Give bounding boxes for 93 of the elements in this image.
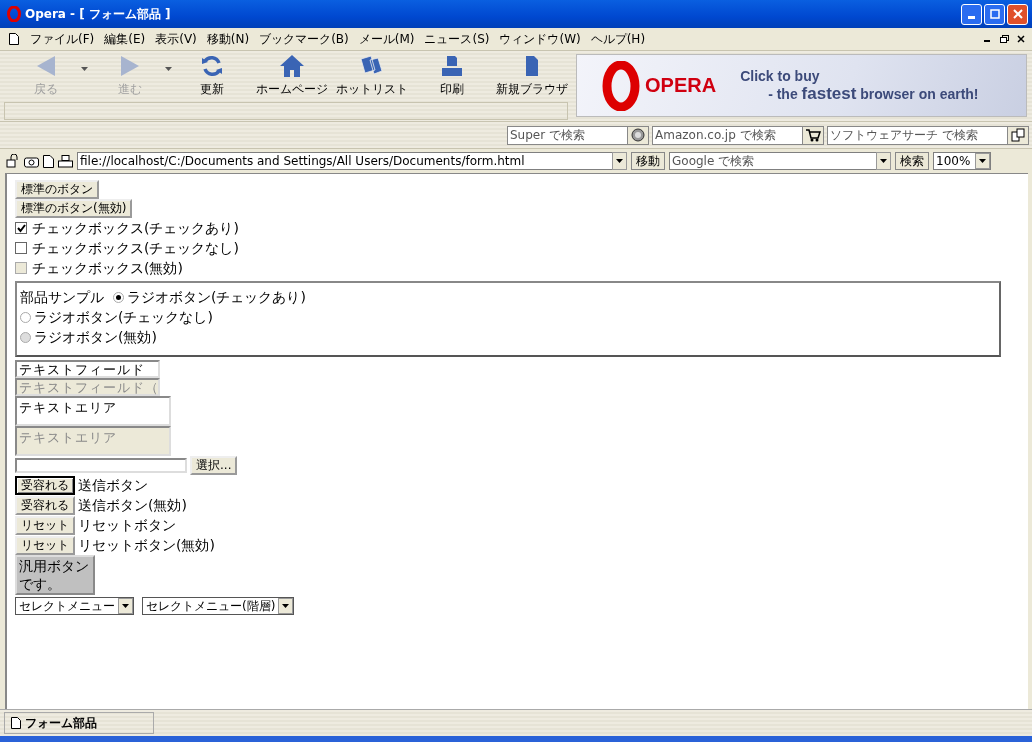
lock-icon[interactable] (6, 154, 20, 168)
dropdown-button[interactable] (876, 152, 891, 170)
search-button[interactable] (802, 125, 824, 145)
file-path-field[interactable] (15, 458, 187, 473)
caret-icon (81, 67, 88, 71)
toolbar-button[interactable]: ホットリスト (332, 53, 412, 99)
toolbar-button[interactable]: ホームページ (252, 53, 332, 99)
banner-text: - the fastest browser on earth! (768, 83, 979, 104)
checkbox-label: チェックボックス(無効) (32, 259, 183, 278)
go-button[interactable]: 移動 (631, 152, 665, 170)
radio-label: ラジオボタン(無効) (34, 328, 157, 347)
browse-button[interactable]: 選択... (190, 456, 238, 475)
home-icon (279, 54, 305, 78)
page-icon (11, 717, 21, 729)
toolbar-button[interactable]: 印刷 (412, 53, 492, 99)
toolbar-button[interactable]: 新規ブラウザ (492, 53, 572, 99)
page-icon (524, 54, 540, 78)
form-button[interactable]: リセット (15, 535, 75, 555)
menu-item[interactable]: 移動(N) (201, 30, 255, 48)
page-icon[interactable] (43, 154, 54, 168)
text-field[interactable]: テキストフィールド (15, 360, 160, 378)
checkbox-label: チェックボックス(チェックあり) (32, 219, 239, 238)
page-tab[interactable]: フォーム部品 (4, 712, 154, 734)
menu-item[interactable]: 表示(V) (150, 30, 202, 48)
printer-icon (441, 54, 463, 78)
logo-text: OPERA (645, 74, 717, 97)
close-icon (1017, 35, 1025, 43)
text-area[interactable]: テキストエリア (15, 396, 171, 426)
close-icon (1012, 9, 1023, 19)
search-field[interactable]: ソフトウェアサーチ で検索 (827, 125, 1007, 145)
left-arrow-icon (35, 54, 57, 78)
dropdown-arrow-icon (979, 159, 986, 163)
search-button[interactable]: 検索 (895, 152, 929, 170)
select-menu[interactable]: セレクトメニュー(階層) (142, 597, 295, 615)
menu-item[interactable]: ニュース(S) (419, 30, 495, 48)
maximize-button[interactable] (984, 3, 1005, 25)
form-button[interactable]: リセット (15, 515, 75, 535)
menu-item[interactable]: ヘルプ(H) (585, 30, 651, 48)
button-label: リセットボタン(無効) (78, 536, 215, 555)
menu-item[interactable]: ウィンドウ(W) (494, 30, 586, 48)
restore-icon (999, 35, 1009, 43)
window-title: Opera - [ フォーム部品 ] (25, 5, 172, 23)
radio-label: ラジオボタン(チェックあり) (127, 288, 306, 307)
cards-icon (359, 55, 385, 77)
camera-icon[interactable] (24, 154, 39, 168)
dropdown-arrow-icon (880, 159, 887, 163)
reload-icon (200, 54, 224, 78)
dropdown-arrow-icon (122, 604, 129, 608)
menu-item[interactable]: 編集(E) (99, 30, 151, 48)
select-menu[interactable]: セレクトメニュー (15, 597, 134, 615)
menu-item[interactable]: メール(M) (353, 30, 420, 48)
search-field[interactable]: Google で検索 (669, 152, 876, 170)
standard-button[interactable]: 標準のボタン(無効) (15, 199, 133, 218)
printer-icon[interactable] (58, 154, 73, 168)
zoom-dropdown[interactable]: 100% (933, 152, 991, 170)
search-button[interactable] (1007, 125, 1029, 145)
banner-text: Click to buy (740, 67, 821, 84)
minimize-icon (968, 15, 975, 19)
checkbox[interactable] (15, 242, 27, 254)
dropdown-button[interactable] (612, 152, 627, 170)
dropdown-arrow-icon (616, 159, 623, 163)
radio-button[interactable] (113, 291, 124, 303)
button-label: 送信ボタン(無効) (78, 496, 187, 515)
form-button[interactable]: 受容れる (15, 475, 75, 495)
opera-o-icon (601, 60, 641, 111)
button-label: 送信ボタン (78, 476, 148, 495)
page-icon (9, 33, 19, 45)
caret-icon (165, 67, 172, 71)
checkbox-label: チェックボックス(チェックなし) (32, 239, 239, 258)
dropdown-arrow-icon (282, 604, 290, 608)
search-field[interactable]: Super で検索 (507, 125, 627, 145)
search-field[interactable]: Amazon.co.jp で検索 (652, 125, 802, 145)
toolbar-button[interactable]: 更新 (172, 53, 252, 99)
right-arrow-icon (119, 54, 141, 78)
standard-button[interactable]: 標準のボタン (15, 180, 99, 199)
form-button[interactable]: 受容れる (15, 495, 75, 515)
generic-button[interactable]: 汎用ボタンです。 (15, 555, 95, 595)
search-button[interactable] (627, 125, 649, 145)
menu-item[interactable]: ファイル(F) (25, 30, 100, 48)
cart-icon (805, 128, 821, 142)
opera-logo-icon (7, 6, 21, 22)
globe-icon (631, 128, 645, 142)
boxes-icon (1011, 128, 1025, 142)
maximize-icon (989, 9, 1000, 19)
checkbox[interactable] (15, 222, 27, 234)
address-field[interactable]: file://localhost/C:/Documents and Settings/All Users/Documents/form.html (77, 152, 612, 170)
button-label: リセットボタン (78, 516, 176, 535)
restore-button[interactable] (997, 32, 1011, 46)
radio-label: ラジオボタン(チェックなし) (34, 308, 213, 327)
fieldset-legend: 部品サンプル (20, 287, 104, 307)
radio-button[interactable] (20, 311, 31, 323)
advertisement-banner[interactable]: OPERA Click to buy - the fastest browser on earth! (576, 54, 1027, 117)
menu-item[interactable]: ブックマーク(B) (254, 30, 354, 48)
